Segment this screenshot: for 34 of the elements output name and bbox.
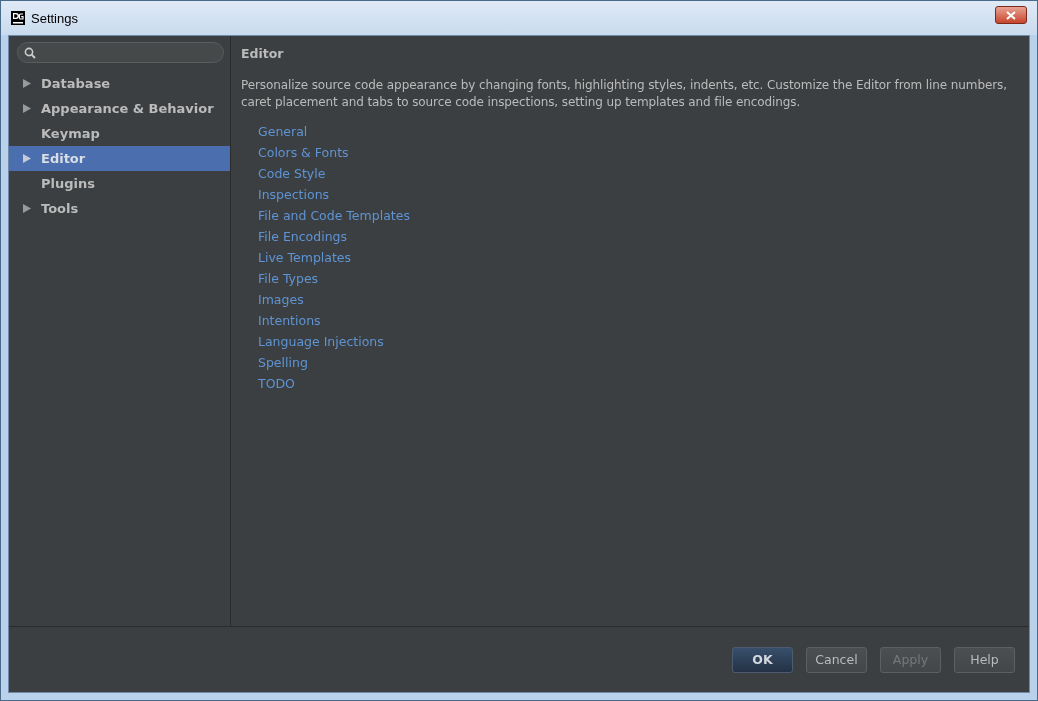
dialog-button[interactable]: Help [954, 646, 1015, 673]
search-icon [24, 46, 36, 59]
settings-link[interactable]: Images [258, 289, 304, 310]
sidebar-item[interactable]: Appearance & Behavior [9, 96, 230, 121]
sidebar-item[interactable]: Tools [9, 196, 230, 221]
close-icon [1006, 10, 1016, 20]
window-title: Settings [31, 10, 79, 26]
expand-arrow-icon [23, 79, 31, 88]
settings-link[interactable]: Code Style [258, 163, 326, 184]
settings-link[interactable]: Inspections [258, 184, 330, 205]
settings-link[interactable]: File Encodings [258, 226, 347, 247]
section-title: Editor [241, 46, 285, 61]
settings-link[interactable]: TODO [258, 373, 295, 394]
expand-arrow-icon [23, 104, 31, 113]
sidebar-item[interactable]: Editor [9, 146, 230, 171]
settings-link[interactable]: File and Code Templates [258, 205, 410, 226]
description-text: Personalize source code appearance by changing fonts, highlighting styles, indents, etc. Customize the Editor from line numbers, caret placement and tabs to source code inspections, setting up templates and file encodings. [241, 77, 1008, 111]
settings-link[interactable]: Intentions [258, 310, 321, 331]
sidebar-item[interactable]: Plugins [9, 171, 230, 196]
expand-arrow-icon [23, 154, 31, 163]
search-field[interactable] [17, 42, 224, 63]
settings-link[interactable]: Language Injections [258, 331, 384, 352]
settings-link[interactable]: Spelling [258, 352, 308, 373]
settings-link[interactable]: Live Templates [258, 247, 352, 268]
sidebar-item[interactable]: Database [9, 71, 230, 96]
settings-link[interactable]: File Types [258, 268, 319, 289]
ok-button[interactable]: OK [732, 646, 793, 673]
expand-arrow-icon [23, 204, 31, 213]
app-logo-icon [11, 11, 25, 25]
sidebar-item[interactable]: Keymap [9, 121, 230, 146]
settings-link[interactable]: General [258, 121, 308, 142]
close-button[interactable] [995, 6, 1027, 24]
dialog-button[interactable]: Cancel [806, 646, 867, 673]
settings-link[interactable]: Colors & Fonts [258, 142, 349, 163]
